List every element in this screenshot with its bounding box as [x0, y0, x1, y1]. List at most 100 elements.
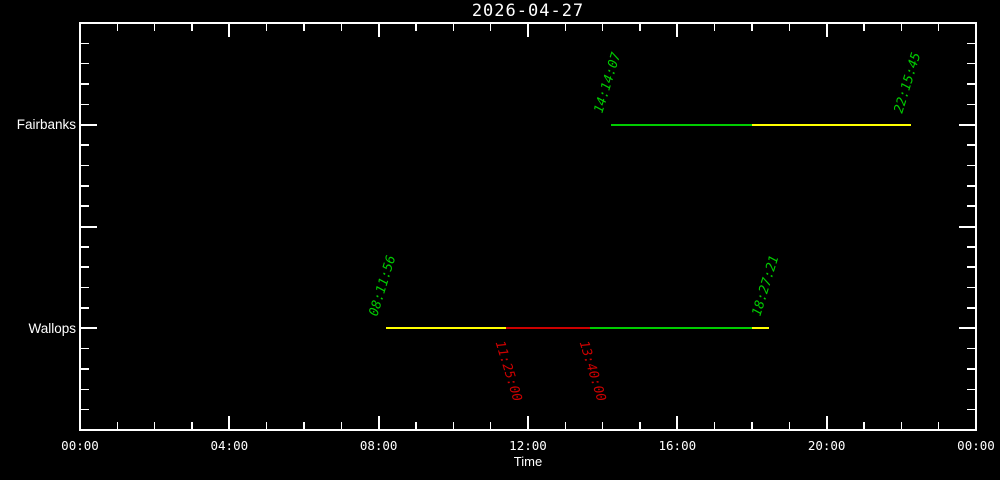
y-tick-minor [81, 22, 89, 24]
x-tick-label: 00:00 [50, 438, 110, 453]
x-tick-major [228, 416, 230, 429]
pass-segment-fairbanks-green [611, 124, 752, 126]
x-tick-major [826, 24, 828, 37]
y-tick-minor [81, 43, 89, 45]
x-tick-minor [639, 422, 641, 429]
x-tick-minor [565, 24, 567, 31]
x-tick-minor [565, 422, 567, 429]
y-tick-minor [967, 22, 975, 24]
y-tick-minor [967, 246, 975, 248]
x-tick-minor [490, 24, 492, 31]
x-tick-minor [938, 422, 940, 429]
x-tick-minor [639, 24, 641, 31]
x-tick-minor [154, 422, 156, 429]
x-tick-minor [901, 24, 903, 31]
y-tick-minor [81, 266, 89, 268]
y-tick-major [959, 226, 975, 228]
x-tick-minor [453, 24, 455, 31]
x-tick-label: 04:00 [199, 438, 259, 453]
pass-schedule-chart: 2026-04-27 Fairbanks Wallops Time 00:000… [0, 0, 1000, 480]
x-tick-label: 20:00 [797, 438, 857, 453]
y-tick-minor [81, 165, 89, 167]
y-tick-minor [81, 63, 89, 65]
y-tick-minor [81, 368, 89, 370]
x-tick-label: 12:00 [498, 438, 558, 453]
x-tick-major [79, 24, 81, 37]
x-tick-minor [415, 24, 417, 31]
y-tick-minor [967, 185, 975, 187]
plot-area [79, 22, 977, 431]
x-tick-label: 08:00 [349, 438, 409, 453]
x-tick-minor [191, 422, 193, 429]
y-tick-minor [81, 409, 89, 411]
x-tick-major [975, 416, 977, 429]
x-tick-major [527, 24, 529, 37]
y-tick-minor [967, 63, 975, 65]
x-tick-major [378, 416, 380, 429]
row-label-wallops: Wallops [0, 321, 76, 337]
y-tick-minor [81, 246, 89, 248]
pass-segment-wallops-green [590, 327, 752, 329]
y-tick-minor [967, 144, 975, 146]
x-tick-minor [901, 422, 903, 429]
y-tick-minor [967, 368, 975, 370]
y-tick-minor [81, 83, 89, 85]
y-tick-minor [967, 205, 975, 207]
x-tick-minor [751, 422, 753, 429]
y-tick-minor [967, 409, 975, 411]
pass-segment-fairbanks-yellow [752, 124, 911, 126]
x-tick-minor [863, 422, 865, 429]
x-tick-minor [789, 24, 791, 31]
x-tick-minor [266, 422, 268, 429]
x-tick-minor [789, 422, 791, 429]
x-tick-major [975, 24, 977, 37]
y-tick-minor [967, 287, 975, 289]
y-tick-minor [967, 429, 975, 431]
x-tick-minor [751, 24, 753, 31]
x-tick-minor [863, 24, 865, 31]
y-tick-minor [967, 43, 975, 45]
x-tick-minor [341, 24, 343, 31]
pass-segment-wallops-yellow [386, 327, 506, 329]
x-tick-major [527, 416, 529, 429]
x-tick-minor [341, 422, 343, 429]
y-tick-major [959, 124, 975, 126]
x-tick-minor [415, 422, 417, 429]
y-tick-minor [967, 307, 975, 309]
y-tick-minor [81, 389, 89, 391]
x-tick-minor [117, 422, 119, 429]
x-tick-minor [602, 24, 604, 31]
x-axis-label: Time [468, 454, 588, 469]
y-tick-minor [967, 389, 975, 391]
x-tick-minor [154, 24, 156, 31]
x-tick-minor [266, 24, 268, 31]
y-tick-minor [967, 165, 975, 167]
y-tick-minor [967, 83, 975, 85]
x-tick-minor [602, 422, 604, 429]
y-tick-major [959, 327, 975, 329]
x-tick-minor [714, 24, 716, 31]
x-tick-major [676, 24, 678, 37]
pass-segment-wallops-yellow [752, 327, 769, 329]
x-tick-minor [714, 422, 716, 429]
x-tick-minor [490, 422, 492, 429]
x-tick-minor [117, 24, 119, 31]
y-tick-minor [967, 266, 975, 268]
y-tick-minor [81, 205, 89, 207]
y-tick-minor [967, 348, 975, 350]
y-tick-major [81, 327, 97, 329]
x-tick-label: 00:00 [946, 438, 1000, 453]
y-tick-minor [81, 287, 89, 289]
x-tick-minor [453, 422, 455, 429]
y-tick-minor [81, 429, 89, 431]
x-tick-minor [938, 24, 940, 31]
y-tick-major [81, 226, 97, 228]
y-tick-minor [81, 185, 89, 187]
x-tick-major [228, 24, 230, 37]
x-tick-label: 16:00 [647, 438, 707, 453]
x-tick-major [79, 416, 81, 429]
x-tick-major [378, 24, 380, 37]
x-tick-major [676, 416, 678, 429]
y-tick-minor [81, 104, 89, 106]
y-tick-minor [81, 307, 89, 309]
